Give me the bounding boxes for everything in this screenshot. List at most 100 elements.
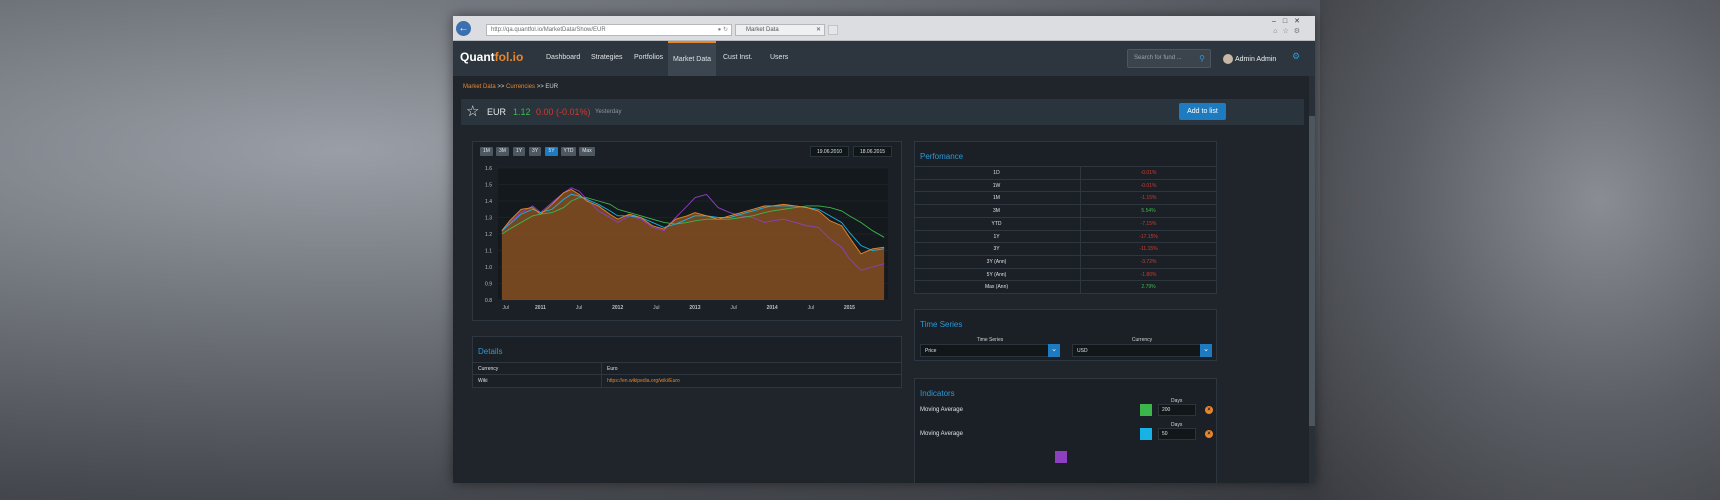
time-series-title: Time Series (920, 320, 963, 329)
address-bar[interactable]: http://qa.quantfol.io/MarketData/Show/EU… (486, 24, 732, 36)
breadcrumb-currencies[interactable]: Currencies (506, 84, 535, 90)
details-key: Wiki (478, 378, 488, 384)
details-panel: Details Currency Euro Wiki https://en.wi… (472, 336, 902, 388)
performance-period: 1Y (993, 233, 1000, 240)
back-icon[interactable]: ← (456, 21, 471, 36)
details-title: Details (478, 347, 503, 356)
wiki-link[interactable]: https://en.wikipedia.org/wiki/Euro (607, 378, 680, 384)
currency-select[interactable]: USD ⌄ (1072, 344, 1212, 357)
asset-header: ☆ EUR 1.12 0.00 (-0.01%) Yesterday Add t… (461, 99, 1304, 125)
performance-period: YTD (991, 220, 1002, 227)
breadcrumb: Market Data >> Currencies >> EUR (463, 84, 558, 90)
gear-icon[interactable]: ⚙ (1292, 51, 1300, 62)
chevron-down-icon[interactable]: ⌄ (1048, 344, 1060, 357)
performance-value: -17.15% (1139, 233, 1158, 240)
nav-strategies[interactable]: Strategies (591, 41, 623, 76)
indicator-name: Moving Average (920, 431, 963, 437)
browser-tab[interactable]: Market Data ✕ (735, 24, 825, 36)
x-tick-label: Jul (653, 305, 659, 311)
y-tick-label: 1.1 (485, 249, 492, 255)
performance-row: 5Y (Ann) -1.80% (915, 267, 1216, 281)
user-name: Admin Admin (1235, 55, 1277, 63)
performance-value: 2.79% (1141, 284, 1156, 291)
performance-row: Max (Ann) 2.79% (915, 280, 1216, 294)
remove-icon[interactable]: × (1205, 406, 1213, 414)
performance-period: 3Y (Ann) (986, 258, 1007, 265)
star-icon[interactable]: ☆ (466, 102, 479, 120)
chart-panel: 1M 3M 1Y 3Y 5Y YTD Max 19.06.2010 18.06.… (472, 141, 902, 321)
nav-portfolios[interactable]: Portfolios (634, 41, 663, 76)
performance-period: 1W (992, 182, 1001, 189)
performance-value: -0.01% (1140, 182, 1157, 189)
new-tab-button[interactable] (828, 25, 838, 35)
user-menu[interactable]: Admin Admin (1223, 54, 1276, 64)
search-placeholder: Search for fund ... (1134, 55, 1182, 61)
details-value: Euro (607, 366, 618, 372)
performance-period: 1M (993, 195, 1000, 202)
x-tick-label: 2014 (767, 305, 778, 311)
desktop-background (1320, 0, 1720, 500)
time-series-label: Time Series (976, 337, 1004, 343)
price-chart[interactable]: 1.6 1.5 1.4 1.3 1.2 1.1 1.0 0.9 0.8 Jul 2011 Jul 201… (473, 142, 903, 322)
breadcrumb-sep: >> (497, 84, 505, 90)
asset-price: 1.12 (513, 107, 531, 117)
chevron-down-icon[interactable]: ⌄ (1200, 344, 1212, 357)
indicator-color-swatch[interactable] (1140, 404, 1152, 416)
y-tick-label: 1.0 (485, 265, 492, 271)
days-input[interactable]: 50 (1158, 428, 1196, 440)
search-icon[interactable]: ⚲ (1199, 50, 1205, 67)
performance-panel: Perfomance 1D -0.01% 1W -0.01% 1M -1.15% 3M 5.5… (914, 141, 1217, 294)
browser-chrome: ← http://qa.quantfol.io/MarketData/Show/… (453, 16, 1315, 41)
remove-icon[interactable]: × (1205, 430, 1213, 438)
nav-cust-inst[interactable]: Cust Inst. (723, 41, 753, 76)
close-icon[interactable]: ✕ (816, 25, 821, 35)
time-series-select[interactable]: Price ⌄ (920, 344, 1060, 357)
avatar (1223, 54, 1233, 64)
nav-market-data[interactable]: Market Data (668, 41, 716, 76)
y-tick-label: 1.6 (485, 166, 492, 172)
refresh-icon[interactable]: ● ↻ (718, 25, 728, 35)
performance-period: Max (Ann) (984, 284, 1009, 291)
performance-value: -3.72% (1140, 258, 1157, 265)
performance-period: 1D (993, 170, 1000, 176)
nav-dashboard[interactable]: Dashboard (546, 41, 580, 76)
performance-row: 1D -0.01% (915, 166, 1216, 179)
browser-toolbar-icons[interactable]: ⌂☆⚙ (1273, 27, 1305, 35)
asset-date: Yesterday (595, 109, 622, 115)
performance-row: 3Y -11.15% (915, 242, 1216, 256)
performance-value: 5.54% (1141, 208, 1156, 215)
address-text: http://qa.quantfol.io/MarketData/Show/EU… (491, 27, 606, 33)
indicator-color-swatch[interactable] (1140, 428, 1152, 440)
indicator-color-swatch[interactable] (1055, 451, 1067, 463)
breadcrumb-market-data[interactable]: Market Data (463, 84, 496, 90)
performance-row: 1Y -17.15% (915, 229, 1216, 243)
time-series-value: Price (925, 348, 937, 354)
indicators-title: Indicators (920, 389, 955, 398)
scrollbar[interactable] (1309, 76, 1315, 483)
x-tick-label: Jul (808, 305, 814, 311)
x-tick-label: Jul (503, 305, 509, 311)
currency-label: Currency (1131, 337, 1153, 343)
browser-window: ← http://qa.quantfol.io/MarketData/Show/… (453, 16, 1315, 483)
details-key: Currency (478, 366, 499, 372)
window-controls[interactable]: –□✕ (1272, 17, 1307, 25)
performance-value: -0.01% (1140, 170, 1157, 176)
performance-row: 3Y (Ann) -3.72% (915, 254, 1216, 268)
days-input[interactable]: 200 (1158, 404, 1196, 416)
top-navbar: Quantfol.io Dashboard Strategies Portfol… (453, 41, 1315, 76)
y-tick-label: 1.5 (485, 183, 492, 189)
performance-period: 3M (993, 208, 1000, 215)
y-tick-label: 1.4 (485, 199, 492, 205)
performance-value: -1.80% (1140, 271, 1157, 278)
performance-row: 1M -1.15% (915, 191, 1216, 205)
nav-users[interactable]: Users (770, 41, 788, 76)
search-input[interactable]: Search for fund ... ⚲ (1127, 49, 1211, 68)
add-to-list-button[interactable]: Add to list (1179, 103, 1226, 120)
performance-row: 1W -0.01% (915, 178, 1216, 192)
performance-value: -7.15% (1140, 220, 1157, 227)
logo[interactable]: Quantfol.io (460, 50, 523, 64)
x-tick-label: 2012 (612, 305, 623, 311)
indicator-name: Moving Average (920, 407, 963, 413)
breadcrumb-current: EUR (545, 84, 559, 90)
scrollbar-thumb[interactable] (1309, 116, 1315, 426)
